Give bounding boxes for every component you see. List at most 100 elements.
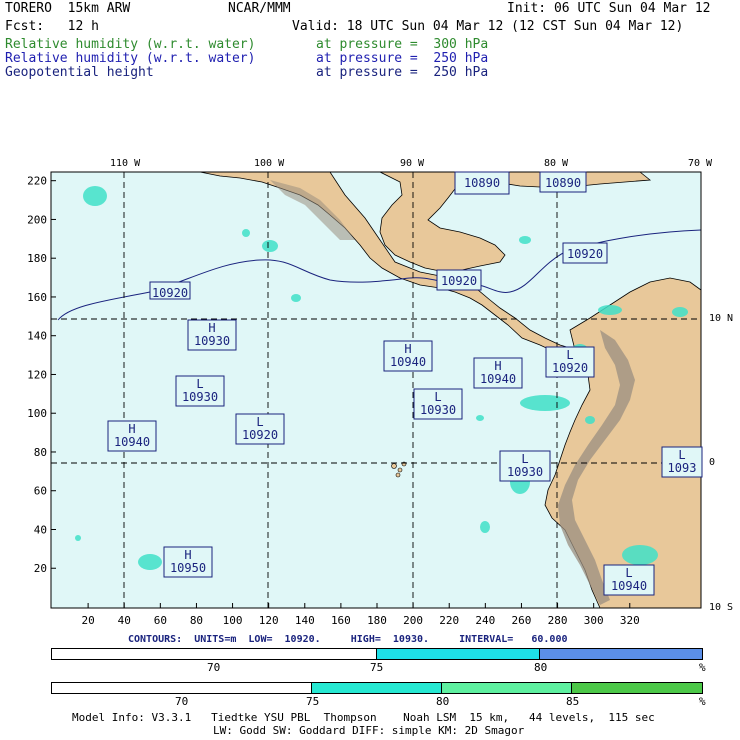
svg-text:10940: 10940 (480, 372, 516, 386)
contour-value-label: 10920 (149, 281, 191, 300)
low-center-label: L10920 (545, 346, 595, 378)
low-center-label: L10940 (603, 564, 655, 596)
x-tick-label: 240 (475, 614, 495, 627)
colorbar-300-segment-1 (52, 683, 312, 693)
colorbar-250-segment-3 (539, 649, 702, 659)
colorbar-250hpa (51, 648, 703, 660)
lat-label-10s: 10 S (709, 602, 734, 613)
colorbar-300-label-85: 85 (566, 695, 580, 708)
x-tick-label: 280 (548, 614, 568, 627)
svg-text:L: L (521, 452, 528, 466)
x-tick-label: 100 (223, 614, 243, 627)
lon-label-90w: 90 W (400, 158, 425, 169)
svg-text:L: L (434, 390, 441, 404)
x-tick-label: 180 (367, 614, 387, 627)
contours-info: CONTOURS: UNITS=m LOW= 10920. HIGH= 1093… (128, 634, 568, 645)
y-tick-label: 220 (27, 175, 47, 188)
svg-text:10940: 10940 (114, 435, 150, 449)
svg-text:10890: 10890 (545, 176, 581, 190)
y-tick-label: 160 (27, 291, 47, 304)
svg-text:10930: 10930 (420, 403, 456, 417)
low-center-label: L10930 (499, 450, 551, 482)
high-center-label: H10940 (383, 340, 433, 372)
svg-text:L: L (678, 448, 685, 462)
svg-text:H: H (184, 548, 191, 562)
svg-text:10940: 10940 (390, 355, 426, 369)
contour-value-label: 10920 (562, 242, 608, 264)
colorbar-300-label-70: 70 (175, 695, 189, 708)
x-tick-label: 120 (259, 614, 279, 627)
model-info: Model Info: V3.3.1 Tiedtke YSU PBL Thomp… (72, 711, 655, 724)
low-center-label: L1093 (661, 446, 703, 478)
contour-value-label: 10890 (454, 171, 510, 195)
high-center-label: H10940 (473, 357, 523, 389)
svg-text:10940: 10940 (611, 579, 647, 593)
y-tick-label: 120 (27, 368, 47, 381)
colorbar-250-label-70: 70 (207, 661, 221, 674)
colorbar-250-segment-2 (377, 649, 540, 659)
colorbar-250-label-75: 75 (370, 661, 384, 674)
colorbar-300-label-75: 75 (306, 695, 320, 708)
x-tick-label: 160 (331, 614, 351, 627)
svg-text:L: L (625, 566, 632, 580)
svg-text:10950: 10950 (170, 561, 206, 575)
y-tick-label: 80 (34, 446, 47, 459)
x-tick-label: 320 (620, 614, 640, 627)
lat-label-10n: 10 N (709, 313, 734, 324)
colorbar-300-segment-4 (572, 683, 702, 693)
y-tick-label: 60 (34, 485, 47, 498)
low-center-label: L10930 (413, 388, 463, 420)
x-tick-label: 220 (439, 614, 459, 627)
svg-text:H: H (128, 422, 135, 436)
lon-label-110w: 110 W (110, 158, 141, 169)
svg-text:10920: 10920 (242, 428, 278, 442)
contour-value-label: 10920 (436, 269, 482, 291)
low-center-label: L10920 (235, 413, 285, 445)
contour-value-label: 10890 (539, 171, 587, 193)
svg-text:10920: 10920 (552, 361, 588, 375)
colorbar-300-segment-2 (312, 683, 442, 693)
lon-label-100w: 100 W (254, 158, 285, 169)
svg-text:H: H (208, 321, 215, 335)
svg-text:10920: 10920 (567, 247, 603, 261)
low-center-label: L10930 (175, 375, 225, 407)
svg-text:10920: 10920 (152, 286, 188, 300)
y-tick-label: 140 (27, 330, 47, 343)
x-tick-label: 140 (295, 614, 315, 627)
high-center-label: H10930 (187, 319, 237, 351)
x-tick-label: 260 (512, 614, 532, 627)
lat-label-0: 0 (709, 457, 716, 468)
lon-label-80w: 80 W (544, 158, 569, 169)
svg-text:1093: 1093 (668, 461, 697, 475)
high-center-label: H10950 (163, 546, 213, 578)
svg-text:10920: 10920 (441, 274, 477, 288)
lon-label-70w: 70 W (688, 158, 713, 169)
svg-text:L: L (566, 348, 573, 362)
svg-text:10930: 10930 (182, 390, 218, 404)
physics-info: LW: Godd SW: Goddard DIFF: simple KM: 2D… (213, 724, 525, 737)
colorbar-250-label-80: 80 (534, 661, 548, 674)
svg-text:L: L (196, 377, 203, 391)
colorbar-250-segment-1 (52, 649, 377, 659)
x-tick-label: 60 (154, 614, 167, 627)
colorbar-250-label-pct: % (699, 661, 706, 674)
y-tick-label: 100 (27, 407, 47, 420)
y-tick-label: 40 (34, 523, 47, 536)
svg-text:10930: 10930 (194, 334, 230, 348)
y-tick-label: 180 (27, 252, 47, 265)
colorbar-300-segment-3 (442, 683, 572, 693)
colorbar-300-label-80: 80 (436, 695, 450, 708)
colorbar-300-label-pct: % (699, 695, 706, 708)
y-tick-label: 20 (34, 562, 47, 575)
x-tick-label: 80 (190, 614, 203, 627)
x-tick-label: 200 (403, 614, 423, 627)
colorbar-300hpa (51, 682, 703, 694)
x-tick-label: 20 (81, 614, 94, 627)
svg-text:10930: 10930 (507, 465, 543, 479)
x-tick-label: 40 (118, 614, 131, 627)
svg-text:H: H (404, 342, 411, 356)
high-center-label: H10940 (107, 420, 157, 452)
x-tick-label: 300 (584, 614, 604, 627)
svg-text:H: H (494, 359, 501, 373)
weather-map: 20 40 60 80 100 120 140 160 180 200 220 240 260 280 30… (27, 171, 703, 627)
